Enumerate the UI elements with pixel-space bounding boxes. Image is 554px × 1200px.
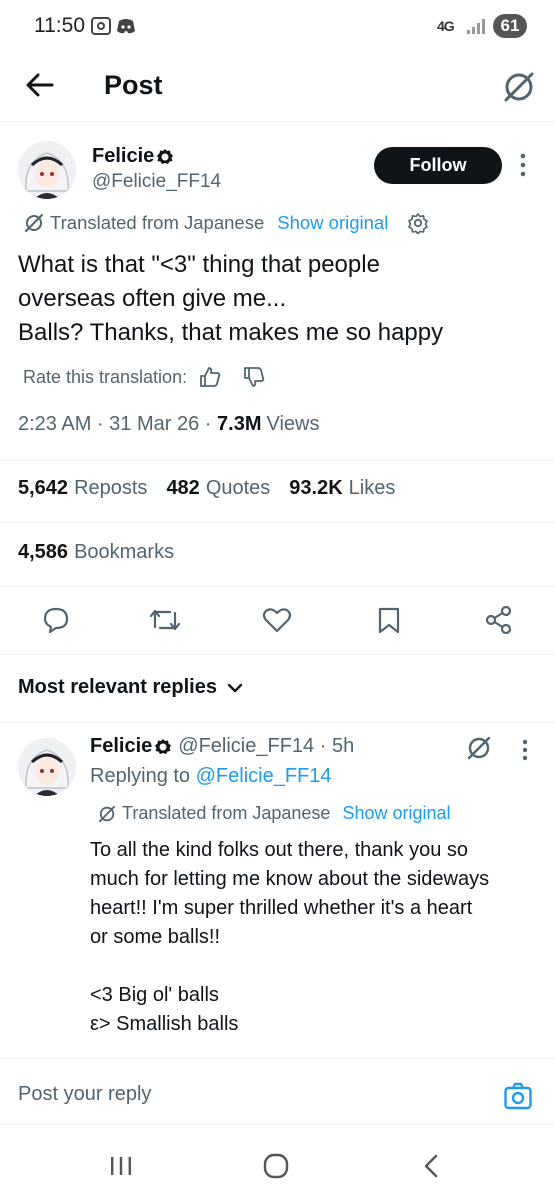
grok-translate-icon[interactable] [466, 735, 492, 761]
rate-translation-label: Rate this translation: [23, 366, 188, 387]
post-text: What is that "<3" thing that people over… [18, 251, 444, 346]
reply-translation-bar: Translated from Japanese Show original [98, 803, 451, 824]
grok-translate-icon[interactable] [502, 70, 536, 104]
reposts-label: Reposts [74, 477, 148, 499]
replying-to: Replying to @Felicie_FF14 [90, 765, 332, 788]
reposts-stat[interactable]: 5,642 Reposts [18, 477, 147, 500]
quotes-stat[interactable]: 482 Quotes [166, 477, 270, 500]
replies-filter-label: Most relevant replies [18, 676, 217, 698]
reply-show-original-link[interactable]: Show original [342, 803, 450, 824]
divider [0, 722, 554, 723]
post-date: 31 Mar 26 [109, 413, 200, 435]
post-time: 2:23 AM [18, 413, 92, 435]
status-time: 11:50 [34, 14, 85, 37]
divider [0, 522, 554, 523]
more-options-icon[interactable] [518, 152, 528, 178]
chevron-down-icon [227, 683, 243, 692]
author-name-row[interactable]: Felicie [92, 145, 174, 168]
avatar-image [18, 738, 76, 796]
status-bar: 11:50 4G 61 [0, 0, 554, 52]
reply-time: 5h [331, 735, 355, 757]
back-icon[interactable] [420, 1153, 442, 1179]
translate-icon [98, 805, 116, 822]
post-meta: 2:23 AM · 31 Mar 26 · 7.3M Views [18, 413, 320, 435]
translation-bar: Translated from Japanese Show original [24, 212, 429, 234]
camera-icon[interactable] [503, 1081, 533, 1111]
reply-composer-placeholder: Post your reply [18, 1083, 152, 1105]
views-count: 7.3M [217, 413, 262, 435]
author-avatar[interactable] [18, 141, 76, 199]
discord-icon [117, 19, 135, 34]
divider [0, 1058, 554, 1059]
more-options-icon[interactable] [520, 738, 530, 762]
app-bar: Post [0, 52, 554, 122]
share-icon[interactable] [484, 605, 514, 635]
quotes-label: Quotes [205, 477, 271, 499]
translated-label: Translated from Japanese [50, 212, 265, 233]
likes-label: Likes [348, 477, 396, 499]
thumbs-down-icon[interactable] [243, 366, 265, 388]
rate-translation-row: Rate this translation: [23, 366, 265, 388]
verified-badge-icon [157, 148, 174, 164]
settings-gear-icon[interactable] [407, 212, 429, 234]
reply-composer-input[interactable]: Post your reply [18, 1083, 151, 1106]
signal-icon [467, 19, 485, 34]
divider [0, 586, 554, 587]
reply-header: Felicie @Felicie_FF14 · 5h [90, 735, 355, 758]
bookmarks-label: Bookmarks [74, 541, 175, 563]
replies-filter-dropdown[interactable]: Most relevant replies [18, 676, 243, 699]
reposts-count: 5,642 [18, 477, 69, 499]
avatar-image [18, 141, 76, 199]
replying-to-label: Replying to [90, 765, 191, 787]
home-icon[interactable] [263, 1153, 289, 1179]
screenshot-icon [91, 17, 111, 35]
show-original-link[interactable]: Show original [277, 212, 388, 234]
divider [0, 460, 554, 461]
page-title: Post [104, 70, 163, 100]
bookmark-icon[interactable] [377, 606, 401, 634]
likes-stat[interactable]: 93.2K Likes [289, 477, 395, 500]
translate-icon [25, 214, 43, 232]
reply-author-handle[interactable]: @Felicie_FF14 [178, 735, 314, 758]
battery-indicator: 61 [493, 14, 527, 38]
follow-button[interactable]: Follow [374, 147, 502, 184]
reply-icon[interactable] [42, 606, 70, 634]
author-handle[interactable]: @Felicie_FF14 [92, 171, 221, 193]
divider [0, 1124, 554, 1125]
likes-count: 93.2K [289, 477, 343, 499]
like-heart-icon[interactable] [262, 606, 292, 634]
back-arrow-icon[interactable] [26, 72, 54, 98]
engagement-stats: 5,642 Reposts 482 Quotes 93.2K Likes [18, 477, 395, 500]
reply-author-name[interactable]: Felicie [90, 735, 152, 758]
recent-apps-icon[interactable] [109, 1155, 133, 1177]
reply-author-avatar[interactable] [18, 738, 76, 796]
author-name: Felicie [92, 145, 155, 167]
verified-badge-icon [155, 738, 172, 754]
replying-to-handle[interactable]: @Felicie_FF14 [196, 765, 332, 787]
quotes-count: 482 [166, 477, 200, 499]
bookmarks-stat[interactable]: 4,586 Bookmarks [18, 541, 174, 564]
reply-translated-label: Translated from Japanese [122, 803, 331, 823]
divider [0, 654, 554, 655]
system-nav-bar [0, 1132, 554, 1200]
bookmarks-count: 4,586 [18, 541, 69, 563]
network-type: 4G [437, 18, 455, 34]
repost-icon[interactable] [148, 607, 182, 633]
views-label: Views [266, 413, 320, 435]
reply-text: To all the kind folks out there, thank y… [90, 839, 490, 1035]
thumbs-up-icon[interactable] [199, 366, 221, 388]
